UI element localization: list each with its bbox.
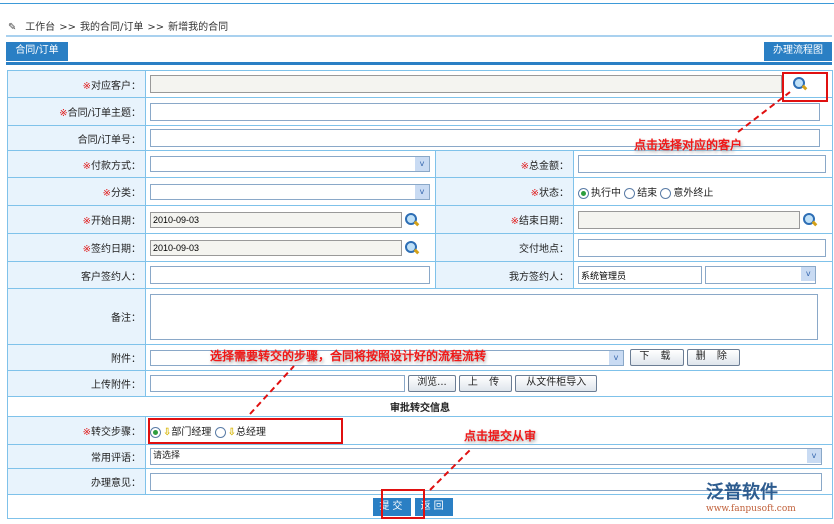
annotation-arrows: [249, 91, 791, 491]
annotation-customer: 点击选择对应的客户: [634, 138, 743, 152]
annotation-step: 选择需要转交的步骤，合同将按照设计好的流程流转: [210, 349, 487, 363]
logo: 泛普软件 www.fanpusoft.com: [706, 482, 796, 514]
annotation-submit: 点击提交从审: [464, 429, 537, 443]
